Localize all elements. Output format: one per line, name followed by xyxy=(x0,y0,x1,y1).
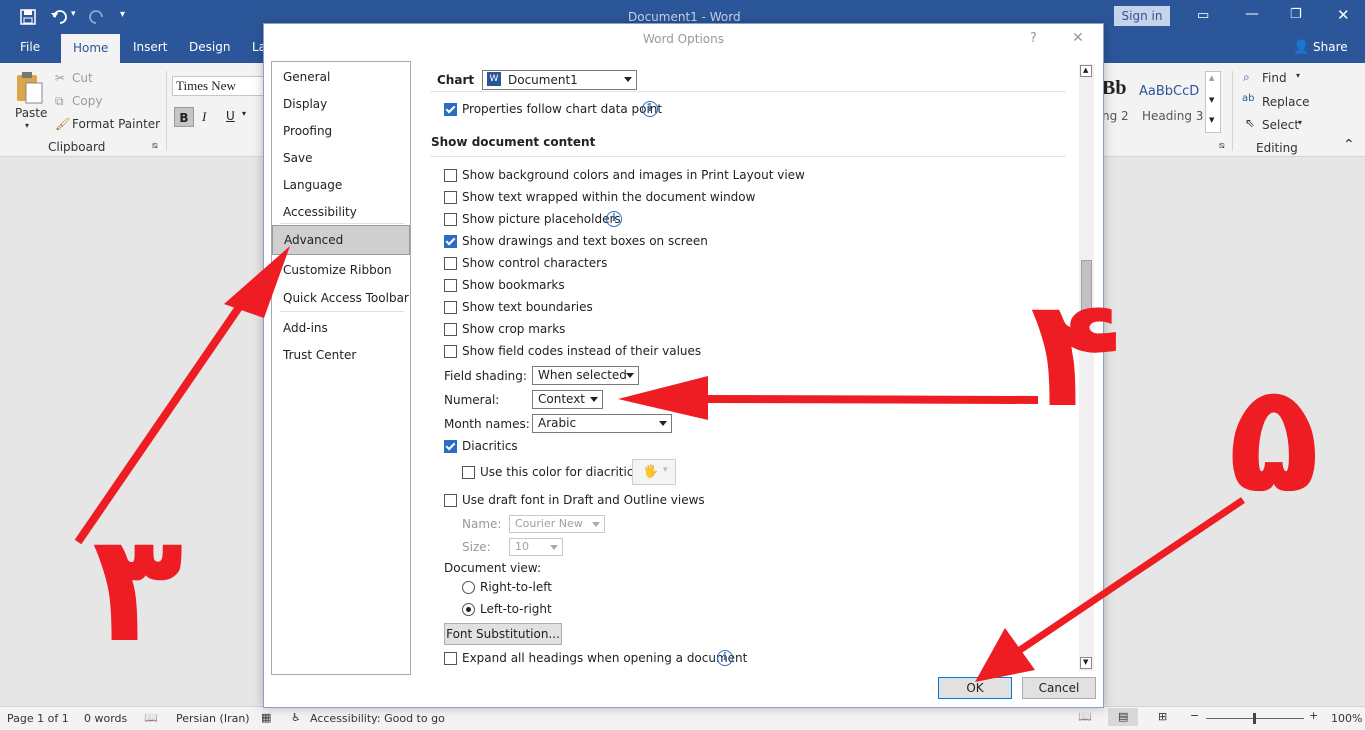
arrow-3-head xyxy=(224,246,290,318)
annotation-number-5: ۵ xyxy=(1228,352,1320,526)
arrow-5-head xyxy=(975,628,1035,682)
arrow-4-head xyxy=(618,376,708,420)
annotation-number-3: ۳ xyxy=(92,502,184,676)
annotation-overlay: ۳ ۴ ۵ xyxy=(74,246,1320,682)
annotation-number-4: ۴ xyxy=(1030,267,1122,441)
arrow-4-shaft xyxy=(699,395,1039,404)
arrow-5-shaft xyxy=(1018,497,1245,653)
